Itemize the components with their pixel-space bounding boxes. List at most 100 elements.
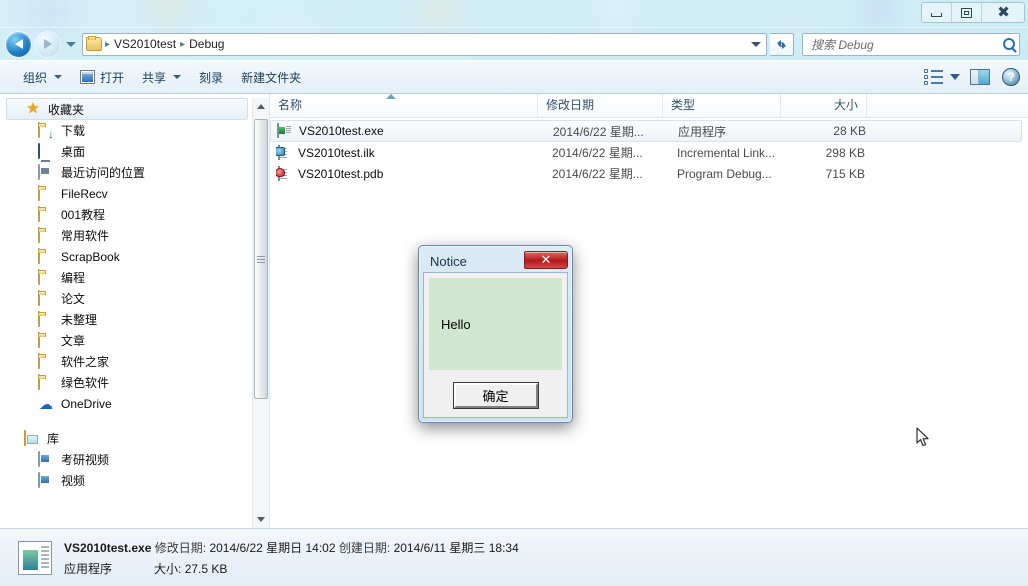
sidebar-item-software-home[interactable]: 软件之家 <box>6 351 252 372</box>
new-folder-button[interactable]: 新建文件夹 <box>232 65 310 90</box>
column-header-label: 修改日期 <box>546 98 595 112</box>
sidebar-item-common-software[interactable]: 常用软件 <box>6 225 252 246</box>
organize-label: 组织 <box>23 70 48 85</box>
navigation-pane: ★ 收藏夹 ↓ 下载 桌面 最近访问的位置 FileRecv 001教程 常用软… <box>0 94 270 528</box>
preview-pane-icon[interactable] <box>970 69 990 85</box>
pdb-file-icon <box>276 165 292 182</box>
change-view-icon[interactable] <box>924 69 944 85</box>
scrollbar-thumb[interactable] <box>253 119 268 399</box>
help-icon[interactable]: ? <box>1002 68 1020 86</box>
address-bar[interactable]: ▸ VS2010test ▸ Debug <box>82 32 767 56</box>
sidebar-item-scrapbook[interactable]: ScrapBook <box>6 246 252 267</box>
sidebar-item-onedrive[interactable]: ☁ OneDrive <box>6 393 252 414</box>
burn-label: 刻录 <box>199 70 224 85</box>
column-header-size[interactable]: 大小 <box>781 94 867 117</box>
file-type-cell: 应用程序 <box>678 124 727 139</box>
sidebar-item-favorites[interactable]: ★ 收藏夹 <box>6 98 248 120</box>
sidebar-item-label: 最近访问的位置 <box>61 166 146 180</box>
folder-icon <box>38 310 54 328</box>
sidebar-item-label: 下载 <box>61 124 86 138</box>
sidebar-item-filerecv[interactable]: FileRecv <box>6 183 252 204</box>
search-input[interactable]: 搜索 Debug <box>811 36 1003 53</box>
file-rows: VS2010test.exe 2014/6/22 星期... 应用程序 28 K… <box>270 118 1028 528</box>
back-button[interactable] <box>6 31 31 57</box>
dialog-title-bar: Notice ✕ <box>423 250 568 272</box>
address-dropdown-button[interactable] <box>748 41 764 47</box>
sidebar-item-label: 桌面 <box>61 145 86 159</box>
refresh-button[interactable] <box>770 32 794 56</box>
sidebar-item-videos[interactable]: 视频 <box>6 470 252 491</box>
sidebar-item-001tutorial[interactable]: 001教程 <box>6 204 252 225</box>
file-name: VS2010test.ilk <box>298 145 375 160</box>
ok-button[interactable]: 确定 <box>453 383 538 408</box>
scroll-up-button[interactable] <box>253 98 270 115</box>
sidebar-item-programming[interactable]: 编程 <box>6 267 252 288</box>
sidebar-item-exam-videos[interactable]: 考研视频 <box>6 449 252 470</box>
mouse-cursor <box>916 427 929 447</box>
sidebar-item-green-software[interactable]: 绿色软件 <box>6 372 252 393</box>
onedrive-cloud-icon: ☁ <box>39 395 53 412</box>
file-name: VS2010test.pdb <box>298 166 384 181</box>
sidebar-item-downloads[interactable]: ↓ 下载 <box>6 120 252 141</box>
navigation-pane-scrollbar[interactable] <box>252 98 269 528</box>
table-row[interactable]: VS2010test.exe 2014/6/22 星期... 应用程序 28 K… <box>270 120 1022 142</box>
scrollbar-grip-icon <box>256 254 265 265</box>
details-type: 应用程序 <box>64 561 113 576</box>
navigation-pane-content: ★ 收藏夹 ↓ 下载 桌面 最近访问的位置 FileRecv 001教程 常用软… <box>0 98 252 528</box>
scrollbar-track[interactable] <box>253 115 270 511</box>
sidebar-item-libraries[interactable]: 库 <box>6 428 252 449</box>
folder-icon <box>38 352 54 370</box>
breadcrumb-item-vs2010test[interactable]: VS2010test <box>111 34 179 55</box>
close-button[interactable]: ✖ <box>982 3 1024 22</box>
folder-icon <box>38 268 54 286</box>
breadcrumb-item-debug[interactable]: Debug <box>186 34 227 55</box>
column-header-name[interactable]: 名称 <box>270 94 538 117</box>
sidebar-item-label: ScrapBook <box>61 249 120 264</box>
sidebar-item-recent-places[interactable]: 最近访问的位置 <box>6 162 252 183</box>
file-date-cell: 2014/6/22 星期... <box>553 124 644 139</box>
window-controls: ✖ <box>921 2 1025 23</box>
burn-button[interactable]: 刻录 <box>190 65 232 90</box>
sidebar-item-papers[interactable]: 论文 <box>6 288 252 309</box>
breadcrumb-separator[interactable]: ▸ <box>179 39 186 50</box>
back-arrow-icon <box>14 39 23 49</box>
column-header-label: 名称 <box>278 98 303 112</box>
sidebar-item-unsorted[interactable]: 未整理 <box>6 309 252 330</box>
dialog-title: Notice <box>430 253 467 269</box>
organize-button[interactable]: 组织 <box>14 65 71 90</box>
sidebar-item-label: 绿色软件 <box>61 376 110 390</box>
chevron-down-icon <box>173 75 182 79</box>
folder-icon <box>86 36 102 51</box>
table-row[interactable]: VS2010test.ilk 2014/6/22 星期... Increment… <box>270 142 1028 163</box>
dialog-close-button[interactable]: ✕ <box>524 251 568 269</box>
column-header-type[interactable]: 类型 <box>663 94 781 117</box>
sidebar-item-desktop[interactable]: 桌面 <box>6 141 252 162</box>
minimize-button[interactable] <box>922 3 952 22</box>
column-header-label: 类型 <box>671 98 696 112</box>
dialog-message-area: Hello <box>429 278 562 370</box>
breadcrumb-separator[interactable]: ▸ <box>104 39 111 50</box>
file-type-cell: Incremental Link... <box>677 145 776 160</box>
table-row[interactable]: VS2010test.pdb 2014/6/22 星期... Program D… <box>270 163 1028 184</box>
share-button[interactable]: 共享 <box>133 65 190 90</box>
sidebar-item-articles[interactable]: 文章 <box>6 330 252 351</box>
download-folder-icon: ↓ <box>38 121 54 140</box>
exe-icon <box>277 123 293 139</box>
forward-button[interactable] <box>35 31 60 57</box>
change-view-dropdown[interactable] <box>950 74 960 80</box>
maximize-button[interactable] <box>952 3 982 22</box>
details-line-2: 应用程序 大小: 27.5 KB <box>64 560 519 577</box>
dialog-body: Hello 确定 <box>423 272 568 418</box>
details-size-group: 大小: 27.5 KB <box>154 560 227 577</box>
column-header-label: 大小 <box>833 98 858 112</box>
details-line-1: VS2010test.exe 修改日期: 2014/6/22 星期日 14:02… <box>64 539 519 556</box>
folder-icon <box>38 331 54 349</box>
details-created-value: 2014/6/11 星期三 18:34 <box>393 540 519 555</box>
scroll-down-button[interactable] <box>253 511 270 528</box>
open-button[interactable]: 打开 <box>71 65 133 90</box>
column-header-date[interactable]: 修改日期 <box>538 94 663 117</box>
search-box[interactable]: 搜索 Debug <box>802 32 1020 56</box>
recent-pages-dropdown[interactable] <box>64 41 78 47</box>
sidebar-item-label: 收藏夹 <box>48 102 85 117</box>
folder-icon <box>38 205 54 223</box>
